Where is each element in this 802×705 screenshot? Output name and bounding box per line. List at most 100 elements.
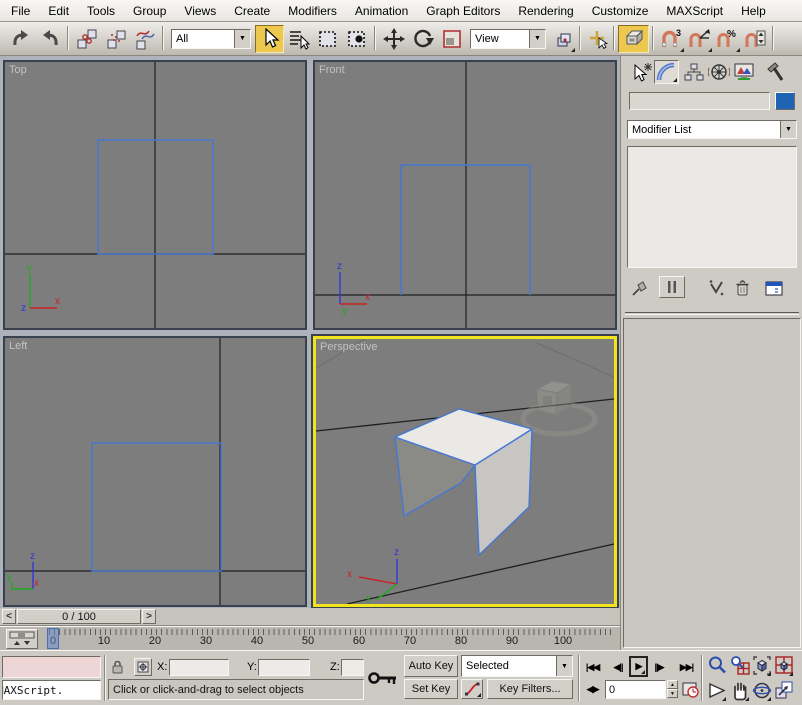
current-frame-field[interactable]: 0 xyxy=(605,680,666,699)
window-crossing-toggle-button[interactable] xyxy=(342,25,371,53)
absolute-mode-transform-toggle[interactable] xyxy=(134,658,152,676)
menu-item-maxscript[interactable]: MAXScript xyxy=(657,1,732,21)
tab-hierarchy[interactable] xyxy=(681,60,706,84)
pan-button[interactable] xyxy=(729,679,750,702)
unlink-selection-button[interactable] xyxy=(101,25,130,53)
menu-item-customize[interactable]: Customize xyxy=(583,1,658,21)
viewport-top-canvas[interactable]: y z x xyxy=(5,62,305,328)
go-to-end-button[interactable]: ▶▶| xyxy=(676,657,697,677)
auto-key-button[interactable]: Auto Key xyxy=(404,655,458,677)
keyboard-shortcut-override-button[interactable] xyxy=(618,25,649,53)
rectangular-selection-region-button[interactable] xyxy=(313,25,342,53)
min-max-toggle-button[interactable] xyxy=(773,679,794,702)
menu-item-graph-editors[interactable]: Graph Editors xyxy=(417,1,509,21)
viewport-perspective[interactable]: Perspective xyxy=(313,336,617,607)
use-pivot-point-center-button[interactable] xyxy=(550,25,576,53)
angle-snap-toggle-button[interactable] xyxy=(685,25,713,53)
next-frame-button[interactable]: ||▶ xyxy=(650,657,668,677)
dropdown-arrow-icon[interactable]: ▼ xyxy=(529,30,545,48)
dropdown-arrow-icon[interactable]: ▼ xyxy=(556,656,572,676)
percent-snap-toggle-button[interactable]: % xyxy=(713,25,741,53)
viewport-top[interactable]: Top y z x xyxy=(3,60,307,330)
key-filters-button[interactable]: Key Filters... xyxy=(487,679,573,699)
menu-item-create[interactable]: Create xyxy=(225,1,279,21)
viewport-perspective-canvas[interactable]: z x y xyxy=(316,339,614,604)
viewport-front-canvas[interactable]: z y x xyxy=(315,62,615,328)
set-keys-button[interactable] xyxy=(366,654,400,701)
table-object-selected[interactable] xyxy=(395,409,532,555)
tab-modify[interactable] xyxy=(654,60,679,84)
select-and-manipulate-button[interactable] xyxy=(584,25,610,53)
maxscript-mini-listener-input[interactable]: MAXScript. xyxy=(2,680,101,700)
zoom-extents-all-button[interactable] xyxy=(773,654,794,677)
select-by-name-button[interactable] xyxy=(284,25,313,53)
time-slider-prev-button[interactable]: < xyxy=(2,609,16,624)
spinner-down-icon[interactable]: ▼ xyxy=(667,689,678,698)
make-unique-button[interactable] xyxy=(705,278,727,298)
configure-modifier-sets-button[interactable] xyxy=(761,278,787,298)
menu-item-file[interactable]: File xyxy=(2,1,39,21)
zoom-button[interactable] xyxy=(706,654,727,677)
viewport-left-canvas[interactable]: z y x xyxy=(5,338,305,605)
tab-motion[interactable] xyxy=(706,60,731,84)
undo-button[interactable] xyxy=(6,25,35,53)
spinner-snap-toggle-button[interactable] xyxy=(741,25,769,53)
x-coordinate-input[interactable] xyxy=(169,659,229,676)
redo-button[interactable] xyxy=(35,25,64,53)
previous-frame-button[interactable]: ◀|| xyxy=(609,657,627,677)
menu-item-tools[interactable]: Tools xyxy=(78,1,124,21)
open-mini-curve-editor-button[interactable] xyxy=(6,629,38,649)
spinner-up-icon[interactable]: ▲ xyxy=(667,680,678,689)
rollout-area[interactable] xyxy=(623,318,801,648)
select-and-rotate-button[interactable] xyxy=(408,25,437,53)
arc-rotate-button[interactable] xyxy=(751,679,772,702)
menu-item-edit[interactable]: Edit xyxy=(39,1,78,21)
key-mode-dropdown[interactable]: Selected ▼ xyxy=(461,655,573,677)
table-wireframe-left-view[interactable] xyxy=(92,443,221,571)
selection-filter-dropdown[interactable]: All ▼ xyxy=(171,29,251,49)
viewport-front[interactable]: Front z y x xyxy=(313,60,617,330)
zoom-all-button[interactable] xyxy=(729,654,750,677)
field-of-view-button[interactable] xyxy=(706,679,727,702)
menu-item-modifiers[interactable]: Modifiers xyxy=(279,1,346,21)
select-and-scale-button[interactable] xyxy=(437,25,466,53)
show-end-result-button[interactable] xyxy=(659,276,685,298)
time-slider-next-button[interactable]: > xyxy=(142,609,156,624)
menu-item-views[interactable]: Views xyxy=(175,1,225,21)
object-name-field[interactable] xyxy=(629,92,770,110)
menu-item-rendering[interactable]: Rendering xyxy=(509,1,582,21)
play-button[interactable]: ▶ xyxy=(629,656,648,677)
track-bar[interactable]: 0102030405060708090100 xyxy=(0,626,620,650)
go-to-start-button[interactable]: |◀◀ xyxy=(582,657,603,677)
select-and-move-button[interactable] xyxy=(379,25,408,53)
tab-utilities[interactable] xyxy=(763,60,788,84)
tab-create[interactable] xyxy=(629,60,654,84)
reference-coordinate-dropdown[interactable]: View ▼ xyxy=(470,29,546,49)
selection-lock-toggle[interactable] xyxy=(109,658,126,676)
snaps-toggle-button[interactable]: 3 xyxy=(657,25,685,53)
z-coordinate-input[interactable] xyxy=(341,659,364,676)
dropdown-arrow-icon[interactable]: ▼ xyxy=(234,30,250,48)
viewport-left[interactable]: Left z y x xyxy=(3,336,307,607)
remove-modifier-button[interactable] xyxy=(731,278,753,298)
pin-stack-button[interactable] xyxy=(629,278,651,298)
frame-spinner[interactable]: ▲ ▼ xyxy=(667,680,678,699)
time-slider-handle[interactable]: 0 / 100 xyxy=(17,609,141,624)
time-configuration-button[interactable] xyxy=(681,679,700,699)
modifier-list-dropdown[interactable]: Modifier List ▼ xyxy=(627,120,797,139)
menu-item-help[interactable]: Help xyxy=(732,1,775,21)
default-tangent-button[interactable] xyxy=(461,679,483,699)
modifier-stack-list[interactable] xyxy=(627,146,797,268)
bind-to-space-warp-button[interactable] xyxy=(130,25,159,53)
select-object-button[interactable] xyxy=(255,25,284,53)
menu-item-animation[interactable]: Animation xyxy=(346,1,417,21)
set-key-button[interactable]: Set Key xyxy=(404,679,458,699)
tab-display[interactable] xyxy=(731,60,756,84)
menu-item-group[interactable]: Group xyxy=(124,1,175,21)
current-frame-marker[interactable] xyxy=(47,628,59,649)
select-and-link-button[interactable] xyxy=(72,25,101,53)
object-color-swatch[interactable] xyxy=(775,92,795,110)
y-coordinate-input[interactable] xyxy=(258,659,310,676)
zoom-extents-button[interactable] xyxy=(751,654,772,677)
key-mode-toggle-button[interactable]: ◀▶ xyxy=(582,680,603,699)
